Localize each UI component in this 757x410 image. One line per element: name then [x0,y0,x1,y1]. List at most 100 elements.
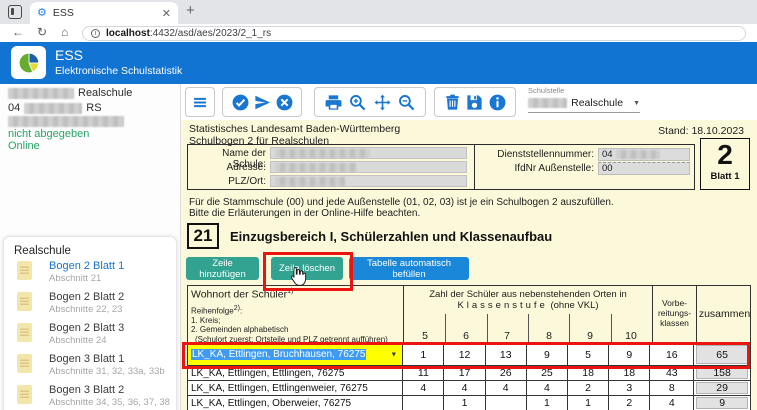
home-icon[interactable]: ⌂ [61,25,68,39]
nav-item-sub: Abschnitte 24 [49,335,107,346]
chevron-down-icon: ▼ [633,100,640,107]
menu-button[interactable] [185,87,215,117]
zoom-out-icon[interactable] [397,93,416,112]
ort-cell[interactable]: LK_KA, Ettlingen, Oberweier, 76275 [188,396,403,410]
save-icon[interactable] [465,93,484,112]
tab-close-icon[interactable]: ✕ [162,7,171,20]
submission-status: nicht abgegeben [8,128,89,140]
sidebar-item-bogen2-blatt1[interactable]: Bogen 2 Blatt 1 Abschnitt 21 [4,259,176,289]
grades-group-header: Zahl der Schüler aus nebenstehenden Orte… [404,289,652,311]
info-icon[interactable] [488,93,507,112]
stand-date: Stand: 18.10.2023 [658,125,744,137]
school-code-prefix: 04 [8,102,20,114]
grade-cell[interactable]: 4 [486,381,527,395]
move-icon[interactable] [373,93,392,112]
info-box-divider [474,145,475,189]
nav-item-label: Bogen 2 Blatt 1 [49,260,124,272]
autofill-button[interactable]: Tabelle automatisch befüllen [349,257,469,280]
school-code-suffix: RS [86,102,101,114]
online-status: Online [8,140,40,152]
ohne-vkl-label: (ohne VKL) [550,300,598,311]
branch-number-value: 00 [602,163,613,174]
name-field[interactable] [270,147,467,159]
redacted-office-number [616,150,660,159]
print-icon[interactable] [324,93,343,112]
sheet-label: Blatt 1 [710,171,739,182]
document-icon [17,323,32,342]
ort-cell[interactable]: LK_KA, Ettlingen, Ettlingenweier, 76275 [188,381,403,395]
browser-tab[interactable]: ⚙ ESS ✕ [30,2,178,24]
vkl-header-cell: Vorbe- reitungs- klassen [652,286,696,344]
grade-cell[interactable]: 4 [403,381,444,395]
zoom-in-icon[interactable] [348,93,367,112]
org-line1: Statistisches Landesamt Baden-Württember… [189,123,400,135]
redacted-schulstelle-prefix [528,98,567,108]
redacted-school-code [24,103,82,114]
nav-item-label: Bogen 3 Blatt 1 [49,353,124,365]
hamburger-icon [192,93,208,112]
branch-number-label: IfdNr Außenstelle: [478,163,594,174]
sidebar: Realschule 04 RS nicht abgegeben Online … [0,84,180,410]
sum-cell: 9 [694,396,750,410]
sum-header-cell: zusammen [696,286,752,344]
sidebar-nav-card: Realschule Bogen 2 Blatt 1 Abschnitt 21 … [3,236,177,410]
office-number-field[interactable]: 04 [598,148,690,161]
workflow-button-group [222,87,302,117]
section-number-box: 21 [187,223,219,249]
group-header-line1: Zahl der Schüler aus nebenstehenden Orte… [404,289,652,300]
url-field[interactable]: i localhost:4432/asd/aes/2023/2_1_rs [82,26,746,41]
grade-cell[interactable]: 4 [527,381,568,395]
city-field[interactable] [270,175,467,187]
sidebar-item-bogen2-blatt2[interactable]: Bogen 2 Blatt 2 Abschnitte 22, 23 [4,290,176,320]
vkl-cell[interactable]: 4 [650,396,694,410]
grade-cell[interactable]: 2 [609,396,650,410]
reject-icon[interactable] [275,93,294,112]
vkl-cell[interactable]: 8 [650,381,694,395]
send-icon[interactable] [253,93,272,112]
sidebar-item-bogen2-blatt3[interactable]: Bogen 2 Blatt 3 Abschnitte 24 [4,321,176,351]
grade-cell[interactable]: 1 [444,396,485,410]
office-number-label: Dienststellennummer: [478,149,594,160]
add-row-button[interactable]: Zeile hinzufügen [186,257,259,280]
confirm-icon[interactable] [231,93,250,112]
table-header: Wohnort der Schüler1) Reihenfolge2): 1. … [188,286,750,344]
address-label: Adresse: [192,162,266,173]
nav-item-sub: Abschnitte 22, 23 [49,304,122,315]
table-row: LK_KA, Ettlingen, Oberweier, 76275 1 1 1… [188,396,750,410]
sum-cell: 29 [694,381,750,395]
redacted-school-name [8,88,74,99]
order-line2: 2. Gemeinden alphabetisch [191,325,400,335]
redacted-school-extra [8,116,124,127]
view-button-group [314,87,426,117]
grade-cell[interactable]: 1 [568,396,609,410]
school-info-box: Name der Schule: Adresse: PLZ/Ort: Diens… [187,144,695,190]
grade-header-10: 10 [610,330,652,342]
tab-actions-icon[interactable] [8,5,22,19]
url-host: localhost [106,28,150,39]
sidebar-item-bogen3-blatt2[interactable]: Bogen 3 Blatt 2 Abschnitte 34, 35, 36, 3… [4,383,176,410]
new-tab-button[interactable]: + [186,2,195,19]
grade-cell[interactable]: 1 [527,396,568,410]
branch-number-field[interactable]: 00 [598,162,690,175]
grade-cell[interactable] [486,396,527,410]
url-text: localhost:4432/asd/aes/2023/2_1_rs [106,28,271,39]
city-label: PLZ/Ort: [192,176,266,187]
document-icon [17,292,32,311]
grade-cell[interactable]: 2 [568,381,609,395]
refresh-icon[interactable]: ↻ [37,25,47,39]
site-info-icon[interactable]: i [91,29,100,38]
school-code-line: 04 RS [8,102,102,114]
schulstelle-select[interactable]: Schulstelle Realschule ▼ [528,86,640,113]
grade-cell[interactable]: 3 [609,381,650,395]
sidebar-item-bogen3-blatt1[interactable]: Bogen 3 Blatt 1 Abschnitte 31, 32, 33a, … [4,352,176,382]
grade-cell[interactable] [403,396,444,410]
back-icon[interactable]: ← [12,25,24,39]
schulstelle-label: Schulstelle [528,86,640,95]
sheet-number-box: 2 Blatt 1 [700,138,750,190]
sheet-number: 2 [717,139,733,171]
wohnort-header-cell: Wohnort der Schüler1) Reihenfolge2): 1. … [188,286,404,344]
address-field[interactable] [270,161,467,173]
hand-cursor-icon [288,265,307,288]
grade-cell[interactable]: 4 [444,381,485,395]
delete-icon[interactable] [443,93,462,112]
